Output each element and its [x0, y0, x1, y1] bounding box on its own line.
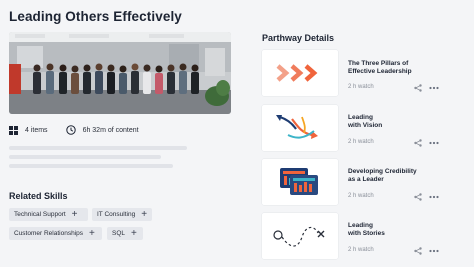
hero-image [9, 32, 231, 114]
plus-icon: + [89, 227, 95, 239]
skill-chip-label: SQL [112, 230, 126, 237]
path-icon [273, 226, 325, 247]
grid-icon [9, 125, 18, 135]
content-duration-text: 6h 32m of content [82, 126, 139, 134]
pathway-meta: 4 items 6h 32m of content [9, 124, 157, 136]
pathway-item-duration: 2 h watch [348, 247, 374, 253]
chevrons-icon [276, 64, 318, 82]
plus-icon: + [131, 227, 137, 239]
related-skills-title: Related Skills [9, 191, 68, 201]
description-placeholder-line [9, 155, 161, 159]
skill-chip-technical-support[interactable]: Technical Support + [9, 208, 88, 221]
more-options-icon[interactable] [428, 192, 440, 202]
pathway-item-duration: 2 h watch [348, 84, 374, 90]
pathway-item-title[interactable]: Leading with Stories [348, 222, 428, 238]
pathway-item-title[interactable]: The Three Pillars of Effective Leadershi… [348, 60, 428, 76]
more-options-icon[interactable] [428, 83, 440, 93]
pathway-item-thumbnail[interactable] [262, 159, 338, 205]
bar-chart-icon [280, 168, 318, 195]
content-duration: 6h 32m of content [65, 125, 139, 135]
items-count-text: 4 items [25, 126, 48, 134]
pathway-details-title: Parthway Details [262, 33, 335, 43]
pathway-item-thumbnail[interactable] [262, 105, 338, 151]
description-placeholder-line [9, 164, 173, 168]
skill-chip-it-consulting[interactable]: IT Consulting + [92, 208, 152, 221]
pathway-item-thumbnail[interactable] [262, 213, 338, 259]
items-count: 4 items [9, 125, 48, 135]
share-icon[interactable] [413, 83, 423, 93]
pathway-item-title[interactable]: Leading with Vision [348, 114, 428, 130]
pathway-item-title[interactable]: Developing Credibility as a Leader [348, 168, 428, 184]
pathway-item-thumbnail[interactable] [262, 50, 338, 96]
skill-chip-label: IT Consulting [97, 211, 136, 218]
description-placeholder-line [9, 146, 187, 150]
more-options-icon[interactable] [428, 246, 440, 256]
more-options-icon[interactable] [428, 138, 440, 148]
skill-chip-customer-relationships[interactable]: Customer Relationships + [9, 227, 102, 240]
share-icon[interactable] [413, 246, 423, 256]
pathway-item-duration: 2 h watch [348, 139, 374, 145]
share-icon[interactable] [413, 192, 423, 202]
share-icon[interactable] [413, 138, 423, 148]
skill-chip-label: Customer Relationships [14, 230, 84, 237]
clock-icon [65, 125, 76, 135]
plus-icon: + [141, 208, 148, 220]
page-title: Leading Others Effectively [9, 9, 182, 24]
skill-chip-sql[interactable]: SQL + [107, 227, 143, 240]
pathway-item-duration: 2 h watch [348, 193, 374, 199]
plus-icon: + [71, 208, 78, 220]
arrows-icon [276, 115, 318, 139]
skill-chip-label: Technical Support [14, 211, 66, 218]
